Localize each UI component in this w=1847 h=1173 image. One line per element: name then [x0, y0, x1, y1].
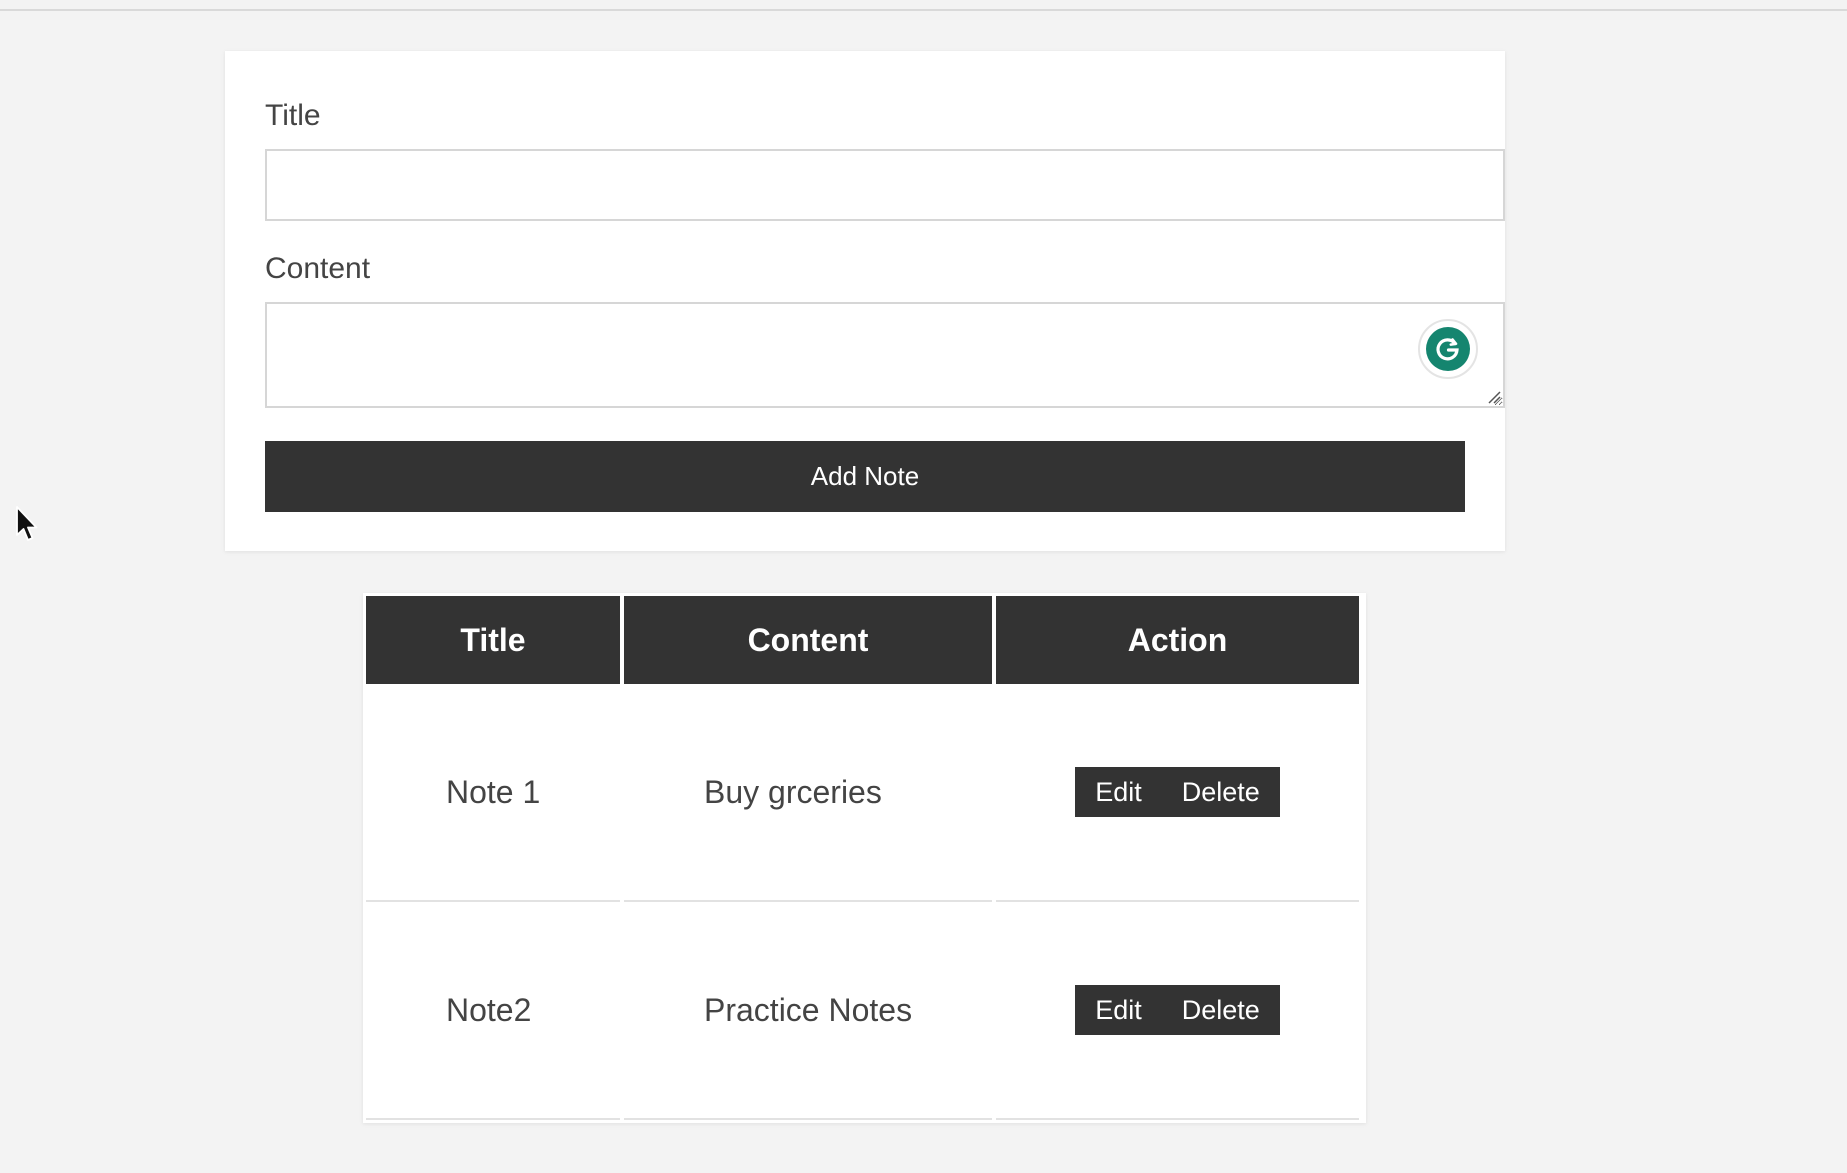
title-label: Title: [265, 99, 321, 132]
notes-table-container: Title Content Action Note 1 Buy grceries…: [363, 593, 1366, 1123]
edit-button[interactable]: Edit: [1075, 985, 1162, 1035]
header-action: Action: [996, 596, 1359, 684]
delete-button[interactable]: Delete: [1161, 767, 1280, 817]
grammarly-logo: [1426, 327, 1470, 371]
content-label: Content: [265, 252, 371, 285]
table-row: Note 1 Buy grceries Edit Delete: [366, 684, 1359, 902]
delete-button[interactable]: Delete: [1161, 985, 1280, 1035]
note-content-cell: Buy grceries: [624, 684, 992, 902]
notes-table: Title Content Action Note 1 Buy grceries…: [362, 596, 1363, 1120]
header-title: Title: [366, 596, 620, 684]
note-action-cell: Edit Delete: [996, 684, 1359, 902]
note-title-cell: Note2: [366, 902, 620, 1120]
mouse-pointer-icon: [16, 506, 38, 541]
header-content: Content: [624, 596, 992, 684]
table-row: Note2 Practice Notes Edit Delete: [366, 902, 1359, 1120]
grammarly-icon[interactable]: [1418, 319, 1478, 379]
edit-button[interactable]: Edit: [1075, 767, 1162, 817]
note-action-cell: Edit Delete: [996, 902, 1359, 1120]
action-buttons: Edit Delete: [1075, 985, 1280, 1035]
add-note-button[interactable]: Add Note: [265, 441, 1465, 512]
resize-grip-icon[interactable]: [1487, 390, 1501, 404]
table-header-row: Title Content Action: [366, 596, 1359, 684]
note-form: Title Content Add Note: [225, 51, 1505, 551]
note-content-cell: Practice Notes: [624, 902, 992, 1120]
title-input[interactable]: [265, 149, 1505, 221]
content-textarea[interactable]: [265, 302, 1505, 408]
grammarly-g-icon: [1436, 338, 1459, 361]
note-title-cell: Note 1: [366, 684, 620, 902]
top-divider: [0, 9, 1847, 11]
action-buttons: Edit Delete: [1075, 767, 1280, 817]
